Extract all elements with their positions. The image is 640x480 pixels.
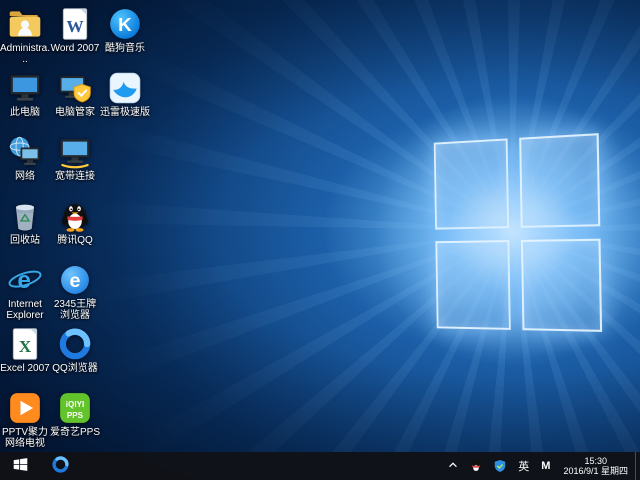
desktop-icon-label: 酷狗音乐 bbox=[100, 44, 150, 55]
desktop-icon-pptv[interactable]: PPTV聚力 网络电视 bbox=[0, 390, 50, 449]
desktop-icon-excel-2007[interactable]: X Excel 2007 bbox=[0, 326, 50, 375]
desktop-icon-recycle-bin[interactable]: 回收站 bbox=[0, 198, 50, 247]
desktop-icon-label: Word 2007 bbox=[50, 44, 100, 55]
desktop-icon-iqiyi-pps[interactable]: iQIYI PPS 爱奇艺PPS bbox=[50, 390, 100, 439]
desktop-icon-2345-browser[interactable]: e 2345王牌浏览器 bbox=[50, 262, 100, 321]
tray-security-icon[interactable] bbox=[488, 452, 512, 480]
internet-explorer-icon: e bbox=[7, 262, 43, 298]
tencent-qq-icon bbox=[57, 198, 93, 234]
tray-qq-icon[interactable] bbox=[464, 452, 488, 480]
desktop-icon-word-2007[interactable]: W Word 2007 bbox=[50, 6, 100, 55]
show-desktop-button[interactable] bbox=[635, 452, 640, 480]
qq-browser-icon bbox=[57, 326, 93, 362]
desktop-icon-label: 爱奇艺PPS bbox=[50, 428, 100, 439]
taskbar: 英 M 15:30 2016/9/1 星期四 bbox=[0, 452, 640, 480]
desktop-icon-tencent-qq[interactable]: 腾讯QQ bbox=[50, 198, 100, 247]
desktop-icon-label: 宽带连接 bbox=[50, 172, 100, 183]
kugou-music-icon: K bbox=[107, 6, 143, 42]
clock-date: 2016/9/1 星期四 bbox=[563, 466, 628, 477]
ime-mode-badge[interactable]: M bbox=[535, 452, 556, 480]
windows-logo-icon bbox=[12, 456, 29, 476]
network-icon bbox=[7, 134, 43, 170]
desktop-icon-label: 电脑管家 bbox=[50, 108, 100, 119]
svg-text:iQIYI: iQIYI bbox=[66, 400, 84, 409]
desktop-icon-grid: Administra... W Word 2007 K 酷狗音乐此电脑电脑管家迅雷极速版… bbox=[0, 0, 640, 452]
chevron-up-icon bbox=[447, 459, 459, 474]
desktop-background: Administra... W Word 2007 K 酷狗音乐此电脑电脑管家迅雷极速版… bbox=[0, 0, 640, 480]
clock-time: 15:30 bbox=[563, 456, 628, 467]
svg-text:W: W bbox=[66, 17, 83, 36]
pc-manager-icon bbox=[57, 70, 93, 106]
desktop-icon-internet-explorer[interactable]: eInternet Explorer bbox=[0, 262, 50, 321]
iqiyi-pps-icon: iQIYI PPS bbox=[57, 390, 93, 426]
desktop-icon-label: 网络 bbox=[0, 172, 50, 183]
broadband-icon bbox=[57, 134, 93, 170]
system-tray: 英 M 15:30 2016/9/1 星期四 bbox=[442, 452, 640, 480]
word-2007-icon: W bbox=[57, 6, 93, 42]
desktop-icon-label: QQ浏览器 bbox=[50, 364, 100, 375]
desktop-icon-label: 腾讯QQ bbox=[50, 236, 100, 247]
administrator-icon bbox=[7, 6, 43, 42]
this-pc-icon bbox=[7, 70, 43, 106]
excel-2007-icon: X bbox=[7, 326, 43, 362]
recycle-bin-icon bbox=[7, 198, 43, 234]
desktop-icon-label: 回收站 bbox=[0, 236, 50, 247]
desktop-icon-label: 此电脑 bbox=[0, 108, 50, 119]
desktop-icon-xunlei-speed[interactable]: 迅雷极速版 bbox=[100, 70, 150, 119]
desktop-icon-label: PPTV聚力 网络电视 bbox=[0, 428, 50, 449]
desktop-icon-label: Excel 2007 bbox=[0, 364, 50, 375]
desktop-icon-network[interactable]: 网络 bbox=[0, 134, 50, 183]
tray-expand-button[interactable] bbox=[442, 452, 464, 480]
desktop-icon-kugou-music[interactable]: K 酷狗音乐 bbox=[100, 6, 150, 55]
desktop-icon-label: Administra... bbox=[0, 44, 50, 65]
desktop-icon-qq-browser[interactable]: QQ浏览器 bbox=[50, 326, 100, 375]
desktop-icon-label: Internet Explorer bbox=[0, 300, 50, 321]
ime-language-indicator[interactable]: 英 bbox=[512, 452, 535, 480]
start-button[interactable] bbox=[0, 452, 40, 480]
desktop-icon-pc-manager[interactable]: 电脑管家 bbox=[50, 70, 100, 119]
xunlei-speed-icon bbox=[107, 70, 143, 106]
desktop-icon-label: 2345王牌浏览器 bbox=[50, 300, 100, 321]
pptv-icon bbox=[7, 390, 43, 426]
desktop-icon-this-pc[interactable]: 此电脑 bbox=[0, 70, 50, 119]
desktop-icon-label: 迅雷极速版 bbox=[100, 108, 150, 119]
svg-text:K: K bbox=[118, 15, 132, 36]
desktop-icon-broadband[interactable]: 宽带连接 bbox=[50, 134, 100, 183]
2345-browser-icon: e bbox=[57, 262, 93, 298]
qq-browser-ring-icon bbox=[51, 455, 70, 477]
svg-text:PPS: PPS bbox=[67, 411, 84, 420]
taskbar-clock[interactable]: 15:30 2016/9/1 星期四 bbox=[556, 456, 635, 477]
svg-text:X: X bbox=[19, 337, 32, 356]
taskbar-qq-browser-button[interactable] bbox=[40, 452, 80, 480]
desktop-icon-administrator[interactable]: Administra... bbox=[0, 6, 50, 65]
svg-text:e: e bbox=[69, 270, 80, 292]
